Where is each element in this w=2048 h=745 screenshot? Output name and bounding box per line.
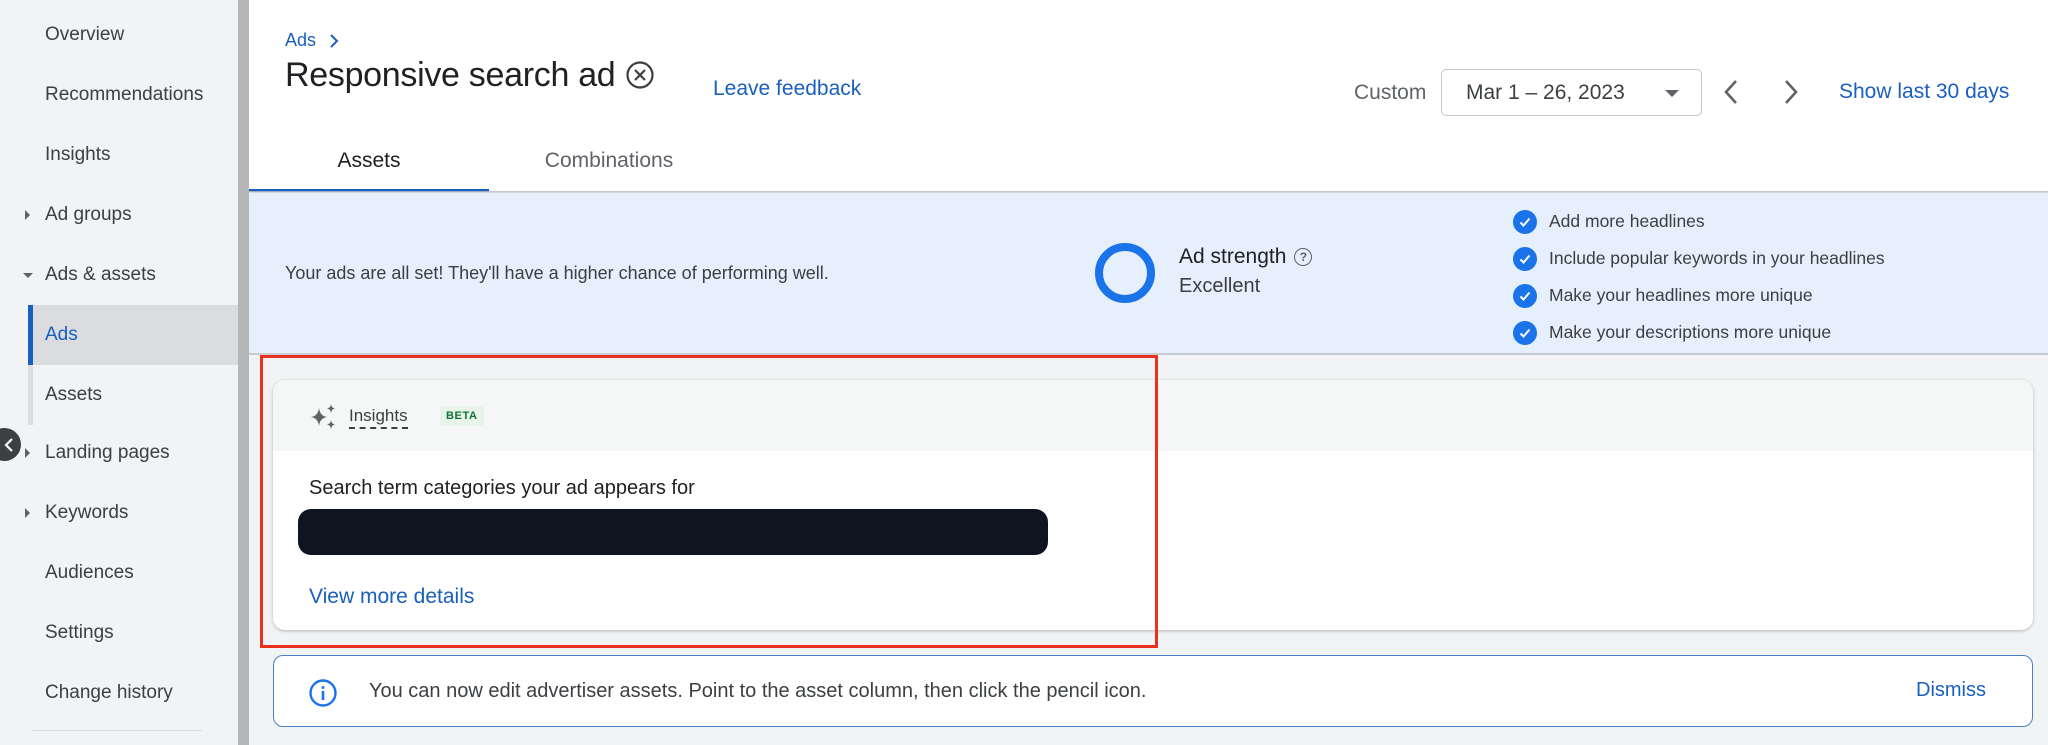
chevron-right-icon bbox=[330, 33, 339, 48]
info-banner: You can now edit advertiser assets. Poin… bbox=[273, 655, 2033, 727]
sidebar-item-settings[interactable]: Settings bbox=[0, 603, 238, 663]
insights-card-header: Insights BETA bbox=[273, 380, 2033, 451]
sidebar-item-label: Change history bbox=[45, 682, 173, 703]
beta-badge: BETA bbox=[440, 406, 484, 426]
checklist-label: Make your descriptions more unique bbox=[1549, 322, 1832, 342]
checklist-item: Make your headlines more unique bbox=[1513, 277, 1885, 314]
leave-feedback-link[interactable]: Leave feedback bbox=[713, 77, 861, 101]
sidebar-item-label: Ad groups bbox=[45, 204, 132, 225]
next-period-button[interactable] bbox=[1775, 75, 1805, 109]
sidebar-item-label: Settings bbox=[45, 622, 114, 643]
sidebar-item-label: Landing pages bbox=[45, 442, 170, 463]
sidebar-item-ads-and-assets[interactable]: Ads & assets bbox=[0, 245, 238, 305]
insights-label[interactable]: Insights bbox=[349, 406, 408, 429]
view-more-details-link[interactable]: View more details bbox=[309, 585, 474, 609]
ad-strength-title: Ad strength ? bbox=[1179, 245, 1313, 269]
tab-label: Assets bbox=[337, 149, 401, 172]
sidebar-item-label: Keywords bbox=[45, 502, 129, 523]
sidebar-item-ad-groups[interactable]: Ad groups bbox=[0, 185, 238, 245]
sidebar-item-recommendations[interactable]: Recommendations bbox=[0, 65, 238, 125]
ad-strength-ring-icon bbox=[1095, 243, 1155, 303]
redacted-content bbox=[298, 509, 1048, 555]
ad-strength-panel: Your ads are all set! They'll have a hig… bbox=[249, 193, 2048, 355]
sidebar-item-label: Insights bbox=[45, 144, 111, 165]
close-circle-icon[interactable] bbox=[625, 60, 655, 90]
sidebar-item-ads[interactable]: Ads bbox=[28, 305, 238, 365]
sidebar-item-label: Ads & assets bbox=[45, 264, 156, 285]
check-circle-icon bbox=[1513, 209, 1537, 234]
check-circle-icon bbox=[1513, 283, 1537, 308]
ad-strength-value: Excellent bbox=[1179, 275, 1261, 297]
sidebar: Overview Recommendations Insights Ad gro… bbox=[0, 0, 238, 745]
checklist-item: Include popular keywords in your headlin… bbox=[1513, 240, 1885, 277]
sidebar-item-overview[interactable]: Overview bbox=[0, 5, 238, 65]
tab-label: Combinations bbox=[544, 149, 674, 172]
breadcrumb: Ads bbox=[285, 30, 340, 51]
tab-combinations[interactable]: Combinations bbox=[489, 130, 729, 192]
info-banner-text: You can now edit advertiser assets. Poin… bbox=[369, 680, 1147, 702]
dismiss-button[interactable]: Dismiss bbox=[1916, 679, 1986, 702]
page-title: Responsive search ad bbox=[285, 56, 616, 94]
sidebar-divider bbox=[32, 730, 202, 731]
sidebar-item-label: Assets bbox=[45, 384, 103, 405]
sidebar-item-label: Overview bbox=[45, 24, 125, 45]
strength-message: Your ads are all set! They'll have a hig… bbox=[285, 263, 829, 283]
caret-right-icon bbox=[25, 210, 30, 220]
check-circle-icon bbox=[1513, 246, 1537, 271]
help-icon[interactable]: ? bbox=[1294, 248, 1313, 266]
checklist-label: Add more headlines bbox=[1549, 211, 1705, 231]
sidebar-item-label: Ads bbox=[45, 324, 78, 345]
sidebar-item-change-history[interactable]: Change history bbox=[0, 663, 238, 723]
date-range-value: Mar 1 – 26, 2023 bbox=[1466, 80, 1625, 104]
checklist-label: Include popular keywords in your headlin… bbox=[1549, 248, 1885, 268]
sidebar-scrollbar[interactable] bbox=[238, 0, 249, 745]
dropdown-arrow-icon bbox=[1665, 90, 1679, 97]
previous-period-button[interactable] bbox=[1717, 75, 1747, 109]
sidebar-item-label: Audiences bbox=[45, 562, 134, 583]
date-range-label: Custom bbox=[1354, 81, 1427, 104]
sidebar-item-audiences[interactable]: Audiences bbox=[0, 543, 238, 603]
sidebar-item-landing-pages[interactable]: Landing pages bbox=[0, 423, 238, 483]
checklist-item: Add more headlines bbox=[1513, 203, 1885, 240]
caret-down-icon bbox=[23, 272, 33, 278]
caret-right-icon bbox=[25, 508, 30, 518]
tab-bar: Assets Combinations bbox=[249, 130, 729, 192]
info-icon bbox=[309, 679, 337, 707]
sidebar-item-keywords[interactable]: Keywords bbox=[0, 483, 238, 543]
sidebar-item-insights[interactable]: Insights bbox=[0, 125, 238, 185]
insights-subtitle: Search term categories your ad appears f… bbox=[309, 477, 695, 499]
main-content: Ads Responsive search ad Leave feedback … bbox=[249, 0, 2048, 745]
sparkle-icon bbox=[311, 404, 335, 429]
tab-assets[interactable]: Assets bbox=[249, 130, 489, 192]
insights-card: Insights BETA Search term categories you… bbox=[273, 380, 2033, 630]
chevron-left-icon bbox=[3, 437, 13, 452]
ad-strength-label: Ad strength bbox=[1179, 245, 1287, 268]
sidebar-item-label: Recommendations bbox=[45, 84, 204, 105]
caret-right-icon bbox=[25, 448, 30, 458]
page-header: Ads Responsive search ad Leave feedback … bbox=[249, 0, 2048, 192]
check-circle-icon bbox=[1513, 320, 1537, 345]
checklist-item: Make your descriptions more unique bbox=[1513, 314, 1885, 351]
checklist-label: Make your headlines more unique bbox=[1549, 285, 1813, 305]
show-last-30-days-link[interactable]: Show last 30 days bbox=[1839, 80, 2009, 104]
date-range-select[interactable]: Mar 1 – 26, 2023 bbox=[1441, 69, 1702, 116]
strength-checklist: Add more headlines Include popular keywo… bbox=[1513, 203, 1885, 351]
breadcrumb-link-ads[interactable]: Ads bbox=[285, 30, 316, 51]
sidebar-item-assets[interactable]: Assets bbox=[0, 365, 238, 425]
